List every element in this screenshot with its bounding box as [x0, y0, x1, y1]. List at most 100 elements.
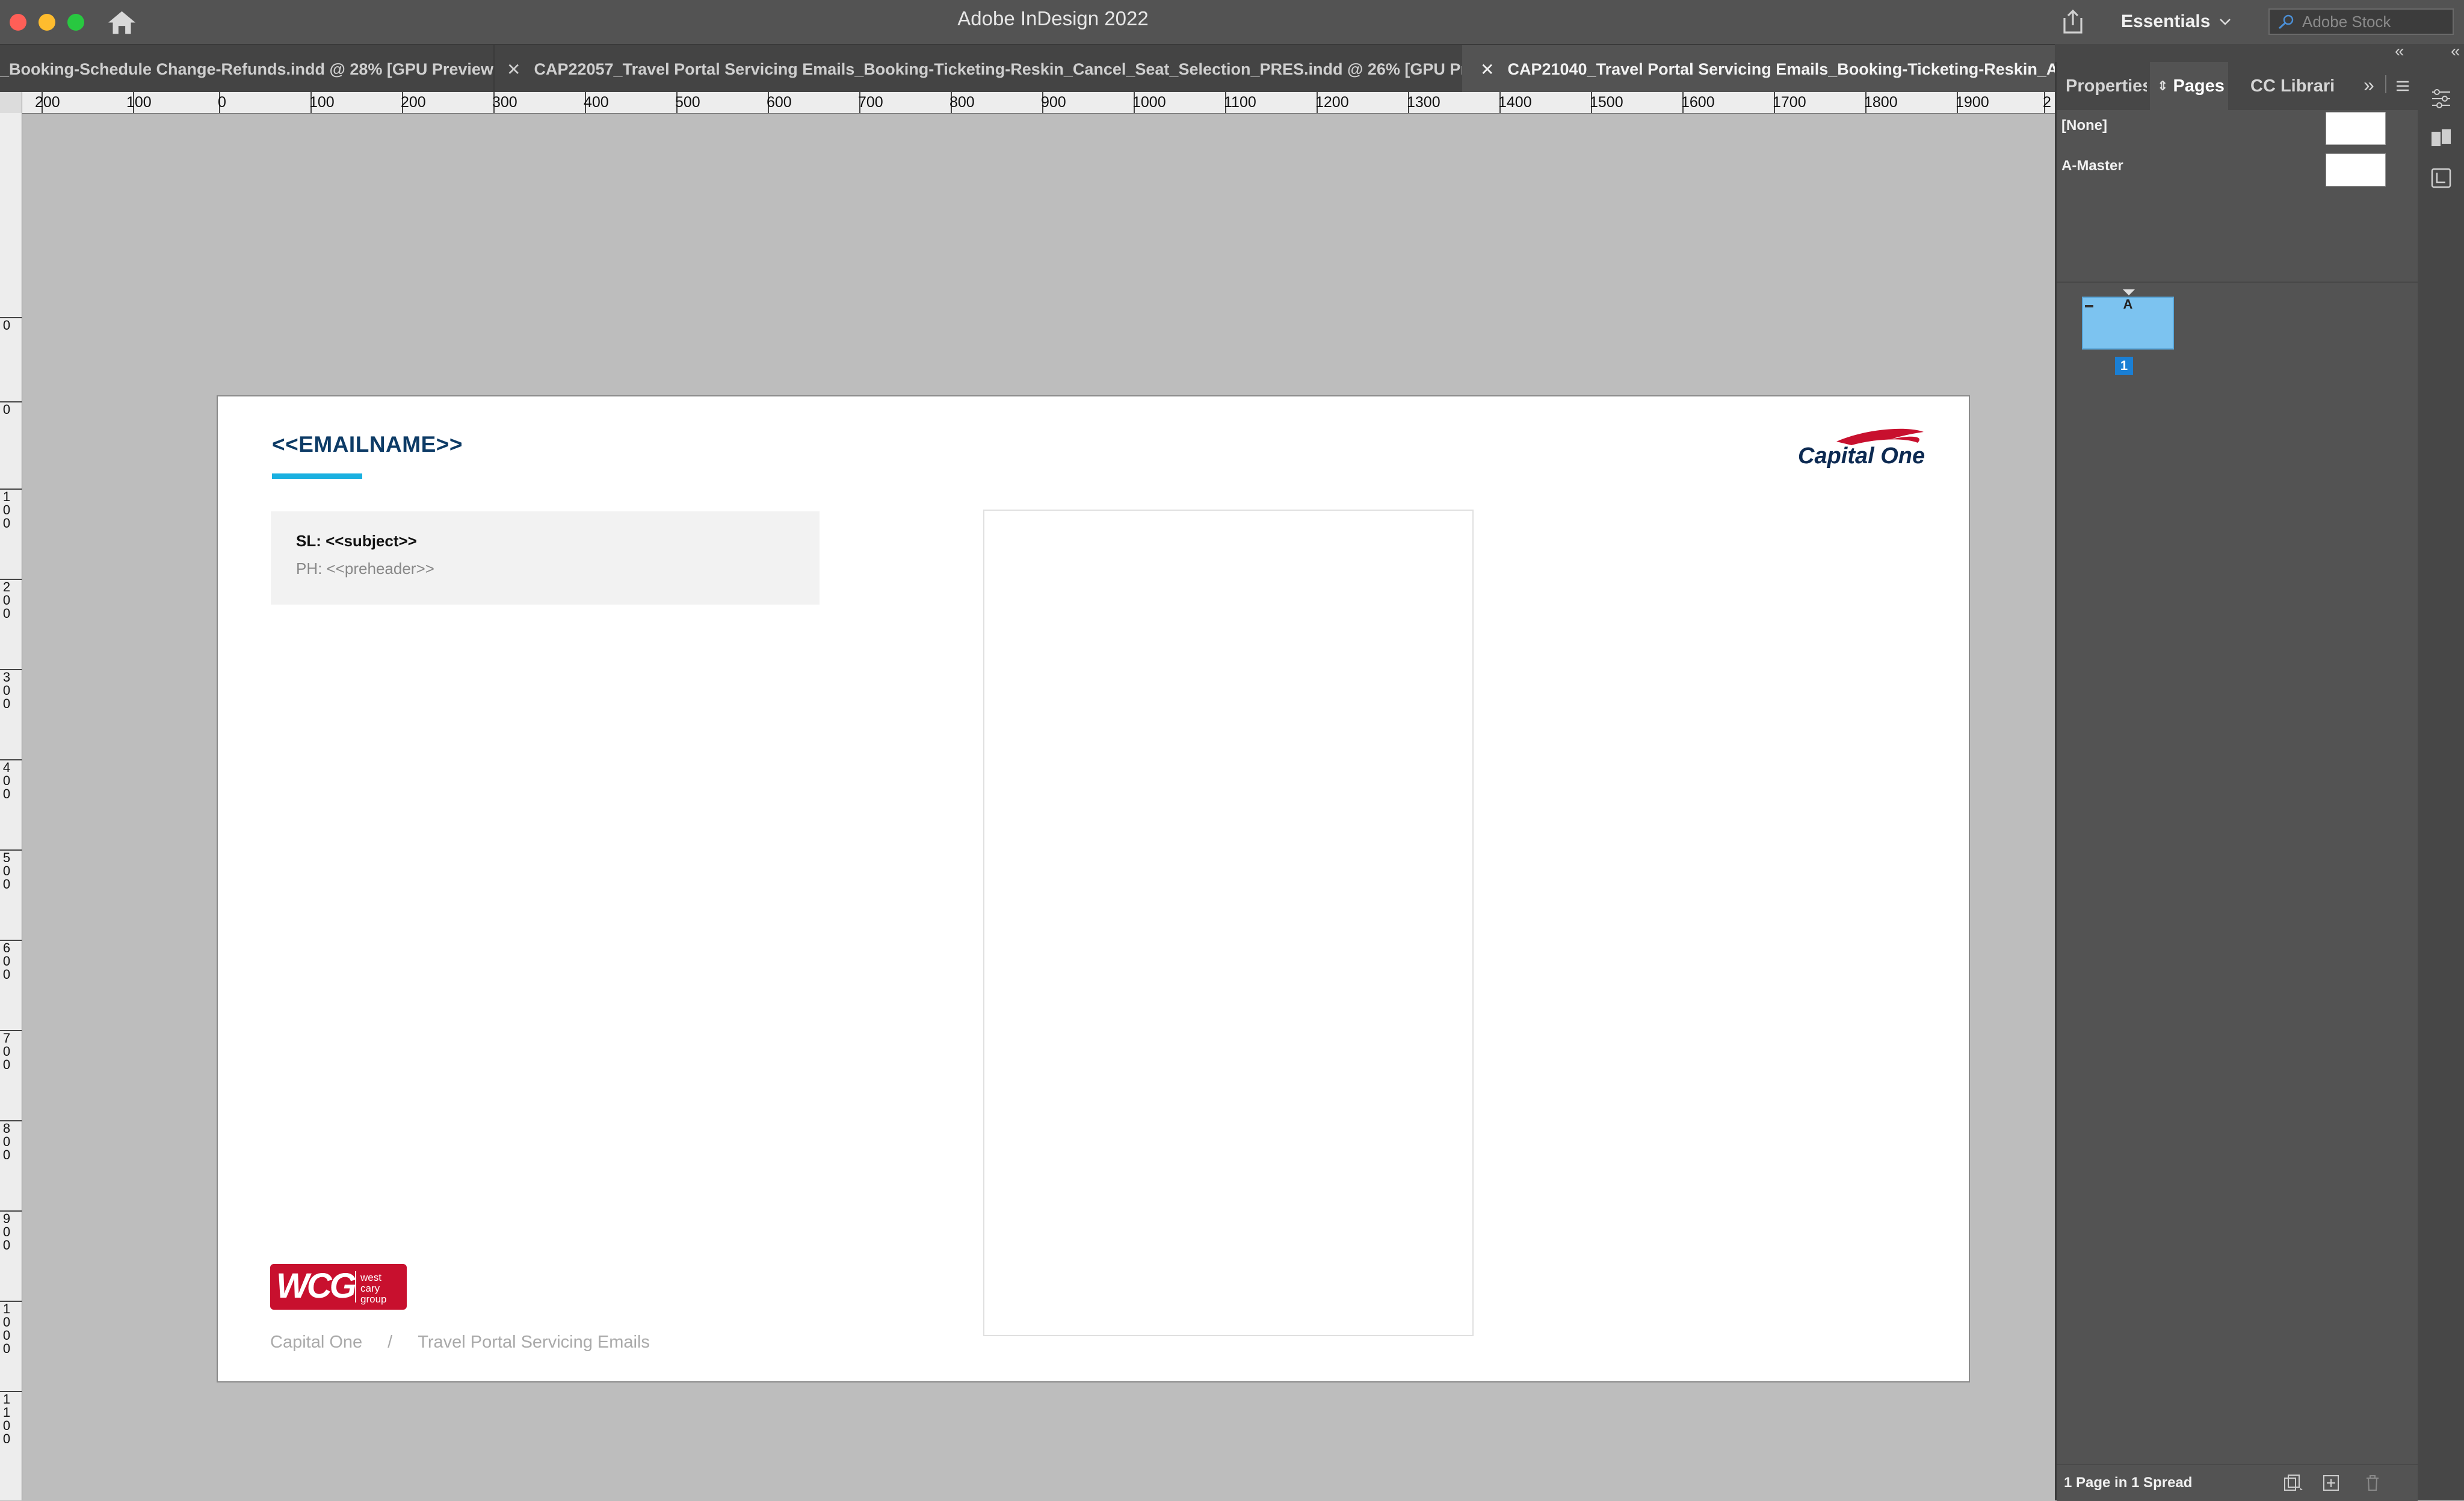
ruler-label: 0: [2, 318, 11, 333]
email-name-heading[interactable]: <<EMAILNAME>>: [272, 432, 463, 457]
subject-line-text[interactable]: SL: <<subject>>: [296, 532, 417, 550]
ruler-label: 100: [309, 94, 335, 111]
wcg-logo-word: west: [360, 1272, 381, 1283]
west-cary-group-logo[interactable]: WCG west cary group: [270, 1264, 407, 1310]
ruler-label: 200: [2, 579, 11, 621]
ruler-label: 1100: [2, 1392, 11, 1446]
trash-icon[interactable]: [2364, 1473, 2382, 1493]
document-tab-label: CAP21040_Travel Portal Servicing Emails_…: [1507, 60, 2055, 78]
workspace-switcher[interactable]: Essentials: [2121, 10, 2232, 34]
preheader-text[interactable]: PH: <<preheader>>: [296, 559, 434, 578]
page-number-badge[interactable]: 1: [2115, 357, 2133, 375]
home-icon[interactable]: [105, 9, 138, 36]
footer-breadcrumb[interactable]: Capital One / Travel Portal Servicing Em…: [270, 1333, 650, 1352]
share-icon[interactable]: [2061, 8, 2085, 35]
ruler-label: 700: [858, 94, 883, 111]
document-tab-label: CAP22057_Travel Portal Servicing Emails_…: [534, 60, 1462, 78]
horizontal-ruler[interactable]: 200 100 0 100 200 300 400 500 600 700 80…: [0, 92, 2055, 114]
page-thumbnail[interactable]: A: [2082, 297, 2174, 350]
ruler-label: 1200: [1315, 94, 1349, 111]
footer-client: Capital One: [270, 1333, 363, 1352]
pages-status: 1 Page in 1 Spread: [2064, 1475, 2193, 1491]
document-tab-label: _Booking-Schedule Change-Refunds.indd @ …: [0, 60, 493, 78]
ruler-label: 600: [767, 94, 792, 111]
footer-project: Travel Portal Servicing Emails: [418, 1333, 650, 1352]
tab-properties[interactable]: Properties: [2066, 62, 2147, 110]
subject-preheader-box[interactable]: [271, 511, 820, 605]
workspace-label: Essentials: [2121, 11, 2211, 31]
master-none-thumbnail[interactable]: [2326, 112, 2386, 145]
ruler-label: 100: [2, 489, 11, 531]
vertical-ruler[interactable]: 0 0 100 200 300 400 500 600 700 800 900 …: [0, 113, 22, 1500]
ruler-label: 0: [2, 402, 11, 417]
new-page-icon[interactable]: [2321, 1473, 2341, 1493]
panel-tab-strip: Properties ⇕ Pages CC Libraries »: [2057, 62, 2418, 110]
close-icon[interactable]: ✕: [507, 60, 520, 79]
cc-libraries-icon[interactable]: [2428, 165, 2454, 191]
app-title: Adobe InDesign 2022: [957, 7, 1149, 29]
document-tab[interactable]: ✕ CAP22057_Travel Portal Servicing Email…: [493, 45, 1462, 93]
a-master-label[interactable]: A-Master: [2061, 158, 2123, 174]
search-placeholder: Adobe Stock: [2302, 12, 2391, 31]
ruler-label: 200: [401, 94, 426, 111]
ruler-label: 1000: [1132, 94, 1166, 111]
footer-separator: /: [388, 1333, 393, 1352]
ruler-label: 1900: [1956, 94, 1989, 111]
collapse-panels-icon[interactable]: «: [2451, 42, 2460, 61]
pages-panel: Properties ⇕ Pages CC Libraries » [None]…: [2055, 62, 2418, 1501]
panel-menu-icon[interactable]: [2395, 80, 2410, 92]
close-icon[interactable]: ✕: [1480, 60, 1494, 79]
page-size-icon[interactable]: [2282, 1473, 2305, 1493]
tab-label: Pages: [2173, 76, 2225, 96]
search-icon: [2278, 14, 2294, 29]
ruler-label: 1400: [1498, 94, 1532, 111]
capital-one-logo-text: Capital One: [1798, 443, 1925, 469]
ruler-label: 1500: [1590, 94, 1623, 111]
ruler-label: 700: [2, 1031, 11, 1072]
wcg-logo-word: cary: [360, 1283, 380, 1294]
document-tab-bar: _Booking-Schedule Change-Refunds.indd @ …: [0, 44, 2055, 93]
properties-panel-icon[interactable]: [2428, 86, 2454, 111]
heading-accent-rule[interactable]: [272, 473, 362, 479]
ruler-label: 300: [2, 670, 11, 711]
page-thumb-detail: [2085, 305, 2093, 307]
tab-pages[interactable]: ⇕ Pages: [2150, 62, 2228, 110]
document-tab-active[interactable]: ✕ CAP21040_Travel Portal Servicing Email…: [1462, 45, 2055, 93]
separator: [2385, 75, 2386, 93]
ruler-label: 2: [2043, 94, 2051, 111]
panel-dock-header: « «: [2055, 42, 2464, 62]
ruler-label: 500: [2, 850, 11, 892]
panel-reorder-icon: ⇕: [2157, 78, 2169, 93]
ruler-label: 1300: [1407, 94, 1440, 111]
ruler-label: 1800: [1864, 94, 1898, 111]
ruler-label: 100: [126, 94, 152, 111]
wcg-logo-mark: WCG: [276, 1266, 356, 1305]
a-master-thumbnail[interactable]: [2326, 153, 2386, 186]
ruler-label: 900: [1041, 94, 1066, 111]
tab-cc-libraries[interactable]: CC Libraries: [2250, 62, 2335, 110]
current-page-indicator-icon: [2123, 289, 2135, 295]
expand-panel-icon[interactable]: »: [2364, 74, 2374, 96]
collapse-panels-icon[interactable]: «: [2395, 42, 2404, 61]
chevron-down-icon: [2220, 19, 2231, 25]
ruler-label: 400: [2, 760, 11, 801]
ruler-label: 1700: [1773, 94, 1806, 111]
adobe-stock-search-input[interactable]: Adobe Stock: [2268, 8, 2454, 35]
ruler-label: 400: [584, 94, 609, 111]
ruler-label: 0: [218, 94, 226, 111]
document-tab[interactable]: _Booking-Schedule Change-Refunds.indd @ …: [0, 45, 493, 93]
tab-label: Properties: [2066, 76, 2147, 96]
pages-divider[interactable]: [2057, 282, 2418, 283]
ruler-label: 300: [492, 94, 517, 111]
master-none-label[interactable]: [None]: [2061, 117, 2107, 134]
ruler-label: 1000: [2, 1301, 11, 1356]
tool-panel-dock: [2418, 62, 2464, 1500]
ruler-label: 800: [2, 1121, 11, 1162]
capital-one-logo[interactable]: Capital One: [1794, 427, 1927, 475]
ruler-origin[interactable]: [0, 92, 22, 114]
pages-panel-icon[interactable]: [2428, 126, 2454, 151]
ruler-label: 600: [2, 940, 11, 982]
email-preview-frame[interactable]: [983, 510, 1474, 1336]
ruler-label: 1100: [1224, 94, 1256, 111]
title-bar: Adobe InDesign 2022: [0, 0, 2464, 44]
